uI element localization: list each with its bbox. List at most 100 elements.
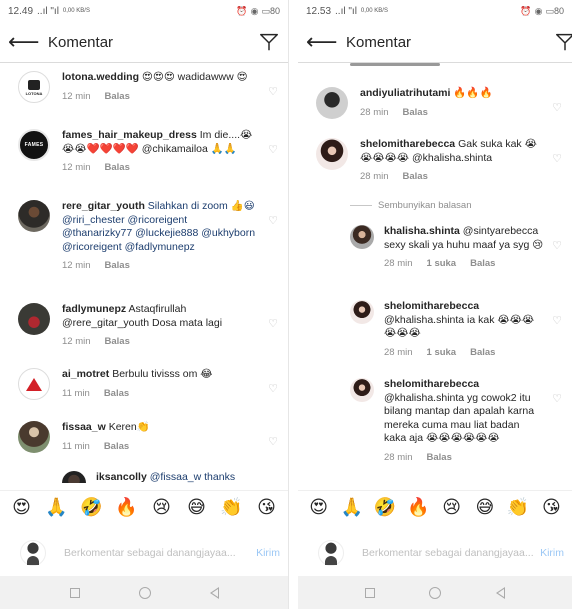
post-button[interactable]: Kirim <box>540 547 564 559</box>
avatar[interactable] <box>316 138 348 170</box>
comment-item[interactable]: FAMES fames_hair_makeup_dress Im die....… <box>0 129 288 175</box>
comment-body: fissaa_w Keren👏 11 min Balas <box>62 421 266 453</box>
reply-button[interactable]: Balas <box>470 346 495 360</box>
reply-button[interactable]: Balas <box>105 90 130 104</box>
comment-username[interactable]: iksancolly <box>96 471 147 483</box>
reply-button[interactable]: Balas <box>470 257 495 271</box>
heart-icon[interactable]: ♡ <box>266 214 280 273</box>
emoji-button[interactable]: 😅 <box>184 497 210 518</box>
comment-list[interactable]: LOTONA lotona.wedding 😍😍😍 wadidawww 😍 12… <box>0 63 288 483</box>
emoji-button[interactable]: 👏 <box>219 497 245 518</box>
avatar[interactable] <box>18 200 50 232</box>
emoji-button[interactable]: 🤣 <box>372 497 398 518</box>
back-arrow-icon[interactable]: ⟵ <box>306 31 338 53</box>
comment-username[interactable]: shelomitharebecca <box>360 138 455 150</box>
comment-username[interactable]: lotona.wedding <box>62 71 139 83</box>
comment-item[interactable]: shelomitharebecca @khalisha.shinta yg co… <box>298 378 572 464</box>
reply-button[interactable]: Balas <box>403 106 428 120</box>
emoji-button[interactable]: 😘 <box>538 497 564 518</box>
heart-icon[interactable]: ♡ <box>550 392 564 464</box>
comment-input[interactable]: Berkomentar sebagai danangjayaa... <box>64 547 256 560</box>
comment-item[interactable]: ai_motret Berbulu tivisss om 😂 11 min Ba… <box>0 368 288 400</box>
send-icon[interactable] <box>554 31 572 53</box>
reply-button[interactable]: Balas <box>403 170 428 184</box>
reply-button[interactable]: Balas <box>104 440 129 454</box>
reply-button[interactable]: Balas <box>105 335 130 349</box>
reply-button[interactable]: Balas <box>105 161 130 175</box>
avatar[interactable] <box>18 421 50 453</box>
comment-username[interactable]: fames_hair_makeup_dress <box>62 129 197 141</box>
heart-icon[interactable]: ♡ <box>550 152 564 184</box>
avatar[interactable] <box>350 225 374 249</box>
comment-item[interactable]: iksancolly @fissaa_w thanks <box>0 471 288 483</box>
comment-username[interactable]: shelomitharebecca <box>384 378 479 390</box>
heart-icon[interactable]: ♡ <box>266 143 280 175</box>
emoji-bar: 😍 🙏 🤣 🔥 😢 😅 👏 😘 <box>298 490 572 524</box>
hide-replies-toggle[interactable]: Sembunyikan balasan <box>350 200 471 211</box>
comment-username[interactable]: fissaa_w <box>62 421 106 433</box>
header: ⟵ Komentar <box>298 22 572 62</box>
avatar[interactable] <box>350 300 374 324</box>
heart-icon[interactable]: ♡ <box>550 314 564 359</box>
reply-button[interactable]: Balas <box>105 259 130 273</box>
emoji-button[interactable]: 😍 <box>9 497 35 518</box>
heart-icon[interactable]: ♡ <box>266 435 280 453</box>
comment-username[interactable]: ai_motret <box>62 368 109 380</box>
emoji-button[interactable]: 🙏 <box>44 497 70 518</box>
avatar[interactable]: FAMES <box>18 129 50 161</box>
emoji-button[interactable]: 😅 <box>472 497 498 518</box>
post-button[interactable]: Kirim <box>256 547 280 559</box>
heart-icon[interactable]: ♡ <box>550 239 564 271</box>
comment-item[interactable]: fadlymunepz Astaqfirullah @rere_gitar_yo… <box>0 303 288 349</box>
avatar[interactable] <box>18 368 50 400</box>
comment-username[interactable]: rere_gitar_youth <box>62 200 145 212</box>
avatar[interactable]: LOTONA <box>18 71 50 103</box>
comment-item[interactable]: khalisha.shinta @sintyarebecca sexy skal… <box>298 225 572 271</box>
comment-item[interactable]: shelomitharebecca @khalisha.shinta ia ka… <box>298 300 572 359</box>
emoji-button[interactable]: 🔥 <box>114 497 140 518</box>
likes-count[interactable]: 1 suka <box>427 346 457 360</box>
recents-icon[interactable] <box>365 587 376 598</box>
likes-count[interactable]: 1 suka <box>427 257 457 271</box>
avatar[interactable] <box>350 378 374 402</box>
heart-icon[interactable]: ♡ <box>550 101 564 119</box>
comment-username[interactable]: andiyuliatrihutami <box>360 87 450 99</box>
emoji-button[interactable]: 😘 <box>254 497 280 518</box>
comment-item[interactable]: rere_gitar_youth Silahkan di zoom 👍😃 @ri… <box>0 200 288 273</box>
comment-username[interactable]: khalisha.shinta <box>384 225 460 237</box>
nav-back-icon[interactable] <box>209 586 219 599</box>
reply-button[interactable]: Balas <box>427 451 452 465</box>
comment-item[interactable]: andiyuliatrihutami 🔥🔥🔥 28 min Balas ♡ <box>298 87 572 119</box>
emoji-button[interactable]: 😍 <box>306 497 332 518</box>
reply-button[interactable]: Balas <box>104 387 129 401</box>
emoji-button[interactable]: 👏 <box>505 497 531 518</box>
home-icon[interactable] <box>138 586 151 599</box>
emoji-button[interactable]: 😢 <box>149 497 175 518</box>
comment-item[interactable]: LOTONA lotona.wedding 😍😍😍 wadidawww 😍 12… <box>0 71 288 103</box>
heart-icon[interactable]: ♡ <box>266 317 280 349</box>
heart-icon[interactable]: ♡ <box>266 85 280 103</box>
home-icon[interactable] <box>429 586 442 599</box>
avatar[interactable] <box>18 303 50 335</box>
avatar[interactable] <box>62 471 86 483</box>
emoji-button[interactable]: 🤣 <box>79 497 105 518</box>
nav-back-icon[interactable] <box>495 586 505 599</box>
left-screen: 12.49 ..ıl "ıl 0,00 KB/S ⏰ ◉ ▭80 ⟵ Komen… <box>0 0 289 609</box>
heart-icon[interactable]: ♡ <box>266 382 280 400</box>
emoji-button[interactable]: 🔥 <box>405 497 431 518</box>
comment-input[interactable]: Berkomentar sebagai danangjayaa... <box>362 547 540 560</box>
avatar[interactable] <box>316 87 348 119</box>
recents-icon[interactable] <box>69 587 80 598</box>
comment-item[interactable]: fissaa_w Keren👏 11 min Balas ♡ <box>0 421 288 453</box>
comment-username[interactable]: fadlymunepz <box>62 303 126 315</box>
system-nav-bar <box>298 576 572 609</box>
send-icon[interactable] <box>258 31 280 53</box>
signal-icon: ..ıl "ıl <box>37 5 59 17</box>
back-arrow-icon[interactable]: ⟵ <box>8 31 40 53</box>
comment-list[interactable]: andiyuliatrihutami 🔥🔥🔥 28 min Balas ♡ sh… <box>298 63 572 483</box>
emoji-button[interactable]: 🙏 <box>339 497 365 518</box>
comment-item[interactable]: shelomitharebecca Gak suka kak 😭😭😭😭😭 @kh… <box>298 138 572 184</box>
comment-username[interactable]: shelomitharebecca <box>384 300 479 312</box>
emoji-button[interactable]: 😢 <box>439 497 465 518</box>
comment-meta: 11 min Balas <box>62 387 260 401</box>
